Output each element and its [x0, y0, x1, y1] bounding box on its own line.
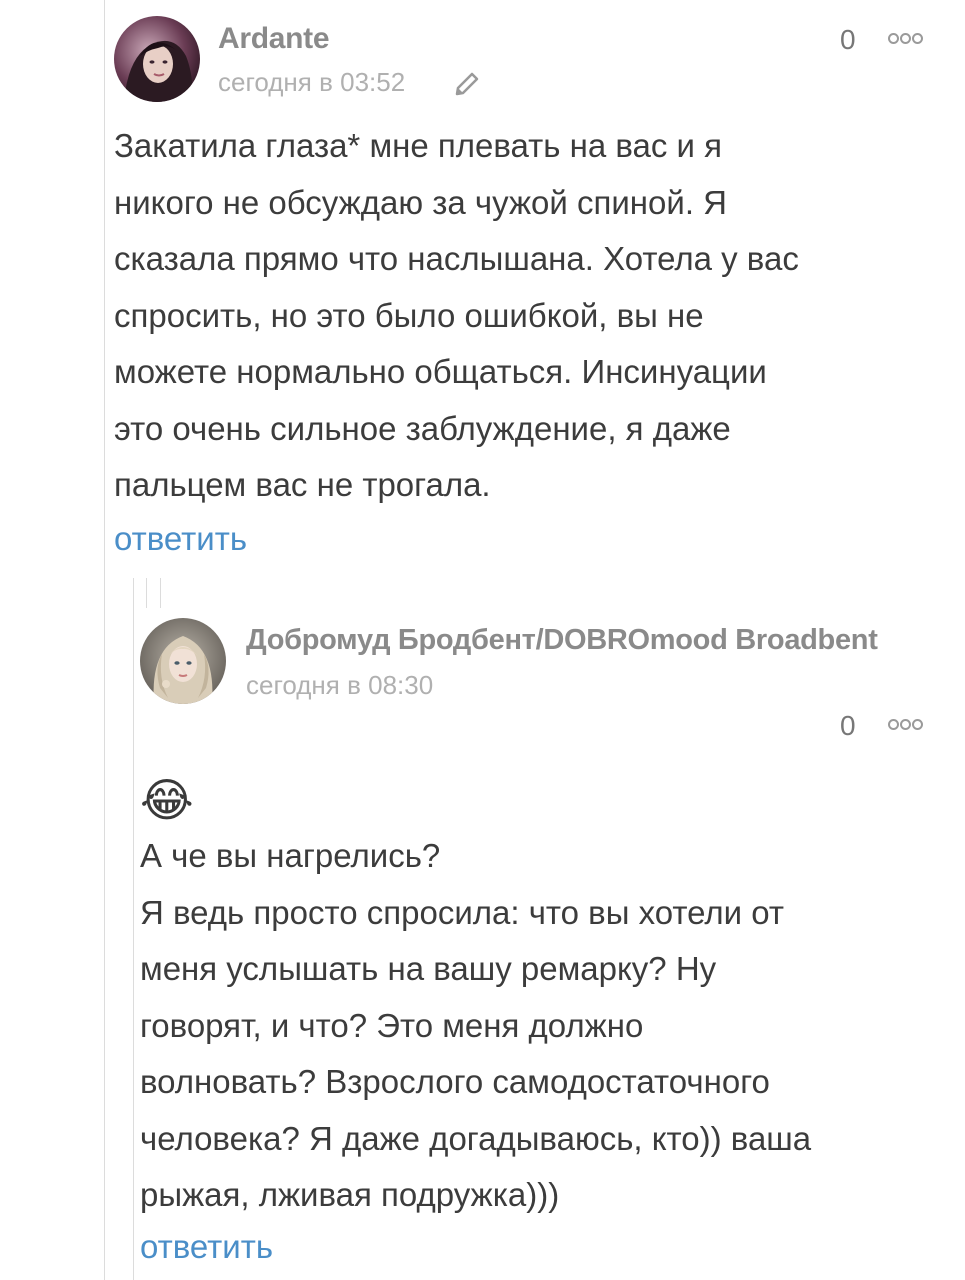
comment-text-line: меня услышать на вашу ремарку? Ну: [140, 950, 717, 987]
comment-text-line: пальцем вас не трогала.: [114, 466, 491, 503]
comment-text-line: говорят, и что? Это меня должно: [140, 1006, 644, 1044]
comment-rating: 0: [840, 24, 856, 55]
comment-text-line: Закатила глаза* мне плевать на вас и я: [114, 127, 723, 164]
comment-text-line: спросить, но это было ошибкой, вы не: [114, 296, 704, 334]
reply-button[interactable]: ответить: [114, 520, 247, 558]
comment-body: Закатила глаза* мне плевать на вас и я н…: [114, 118, 934, 514]
author-name[interactable]: Ardante: [218, 22, 330, 56]
comment: Добромуд Бродбент/DOBROmood Broadbent се…: [0, 600, 965, 1280]
avatar[interactable]: [140, 618, 226, 704]
comment-rating: 0: [840, 710, 856, 741]
comment-text-line: сказала прямо что наслышана. Хотела у ва…: [114, 240, 799, 277]
comment-text-line: волновать? Взрослого самодостаточного: [140, 1063, 770, 1100]
comment-text-line: можете нормально общаться. Инсинуации: [114, 353, 767, 390]
comment-text-line: это очень сильное заблуждение, я даже: [114, 409, 731, 447]
comment-text-line: никого не обсуждаю за чужой спиной. Я: [114, 183, 727, 221]
reply-button[interactable]: ответить: [140, 1228, 273, 1266]
emoji-tears-of-joy: 😂: [140, 774, 194, 826]
comment-text-line: Я ведь просто спросила: что вы хотели от: [140, 893, 784, 931]
avatar[interactable]: [114, 16, 200, 102]
comment-text-line: рыжая, лживая подружка))): [140, 1176, 560, 1213]
comment-text-line: А че вы нагрелись?: [140, 837, 441, 874]
comment-body: А че вы нагрелись? Я ведь просто спросил…: [140, 828, 940, 1224]
more-options-icon[interactable]: [888, 718, 924, 734]
comment-timestamp: сегодня в 03:52: [218, 67, 406, 97]
more-options-icon[interactable]: [888, 32, 924, 48]
author-name[interactable]: Добромуд Бродбент/DOBROmood Broadbent: [246, 624, 878, 657]
pencil-icon: [452, 70, 482, 105]
comment: Ardante сегодня в 03:52 0 Закатила глаза…: [0, 0, 965, 575]
comment-text-line: человека? Я даже догадываюсь, кто)) ваша: [140, 1119, 812, 1157]
comment-timestamp: сегодня в 08:30: [246, 670, 434, 700]
